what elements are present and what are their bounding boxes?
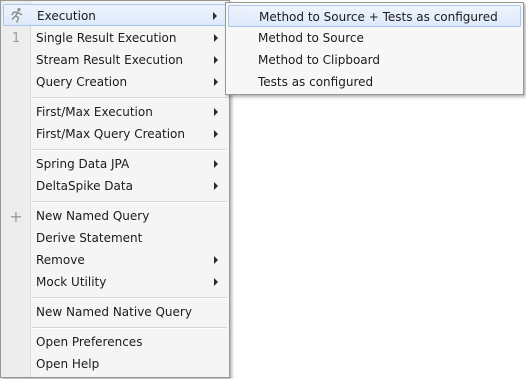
menu-separator [32,97,227,99]
chevron-right-icon [213,12,217,20]
menu-item-label: Derive Statement [36,231,143,245]
menu-separator [32,327,227,329]
menu-item-query-creation[interactable]: Query Creation [1,71,229,93]
menu-separator [32,149,227,151]
menu-item-label: Tests as configured [258,75,374,89]
menu-item-new-named-query[interactable]: + New Named Query [1,205,229,227]
menu-item-label: Execution [37,9,96,23]
chevron-right-icon [214,56,218,64]
execution-submenu: Method to Source + Tests as configured M… [225,2,524,95]
menu-item-label: New Named Query [36,209,150,223]
chevron-right-icon [214,182,218,190]
menu-item-label: Mock Utility [36,275,107,289]
submenu-item-method-to-source[interactable]: Method to Source [226,27,523,49]
menu-item-label: Method to Source [258,31,364,45]
menu-item-label: New Named Native Query [36,305,192,319]
menu-item-spring-data-jpa[interactable]: Spring Data JPA [1,153,229,175]
menu-item-label: Spring Data JPA [36,157,130,171]
menu-item-label: Method to Source + Tests as configured [259,10,498,24]
menu-item-open-help[interactable]: Open Help [1,353,229,375]
chevron-right-icon [214,130,218,138]
menu-item-new-named-native-query[interactable]: New Named Native Query [1,301,229,323]
menu-item-label: DeltaSpike Data [36,179,133,193]
menu-item-label: Open Help [36,357,100,371]
chevron-right-icon [214,278,218,286]
submenu-item-method-to-clipboard[interactable]: Method to Clipboard [226,49,523,71]
menu-item-remove[interactable]: Remove [1,249,229,271]
plus-icon: + [9,206,23,226]
menu-item-label: First/Max Execution [36,105,153,119]
context-menu: Execution 1 Single Result Execution Stre… [0,0,230,378]
menu-item-stream-result-execution[interactable]: Stream Result Execution [1,49,229,71]
chevron-right-icon [214,160,218,168]
menu-item-deltaspike-data[interactable]: DeltaSpike Data [1,175,229,197]
menu-item-label: Query Creation [36,75,128,89]
menu-item-label: Method to Clipboard [258,53,380,67]
menu-item-first-max-query-creation[interactable]: First/Max Query Creation [1,123,229,145]
menu-item-label: Single Result Execution [36,31,177,45]
menu-separator [32,297,227,299]
chevron-right-icon [214,78,218,86]
chevron-right-icon [214,256,218,264]
menu-item-label: Stream Result Execution [36,53,184,67]
menu-separator [32,201,227,203]
menu-item-single-result-execution[interactable]: 1 Single Result Execution [1,27,229,49]
menu-item-open-preferences[interactable]: Open Preferences [1,331,229,353]
number-one-icon: 1 [11,30,21,46]
chevron-right-icon [214,108,218,116]
menu-item-label: Remove [36,253,85,267]
menu-item-label: First/Max Query Creation [36,127,185,141]
menu-item-derive-statement[interactable]: Derive Statement [1,227,229,249]
menu-item-label: Open Preferences [36,335,143,349]
running-man-icon [8,6,26,24]
submenu-item-tests-as-configured[interactable]: Tests as configured [226,71,523,93]
menu-item-first-max-execution[interactable]: First/Max Execution [1,101,229,123]
submenu-item-method-to-source-tests[interactable]: Method to Source + Tests as configured [228,5,521,27]
menu-item-mock-utility[interactable]: Mock Utility [1,271,229,293]
menu-item-execution[interactable]: Execution [3,4,227,26]
chevron-right-icon [214,34,218,42]
